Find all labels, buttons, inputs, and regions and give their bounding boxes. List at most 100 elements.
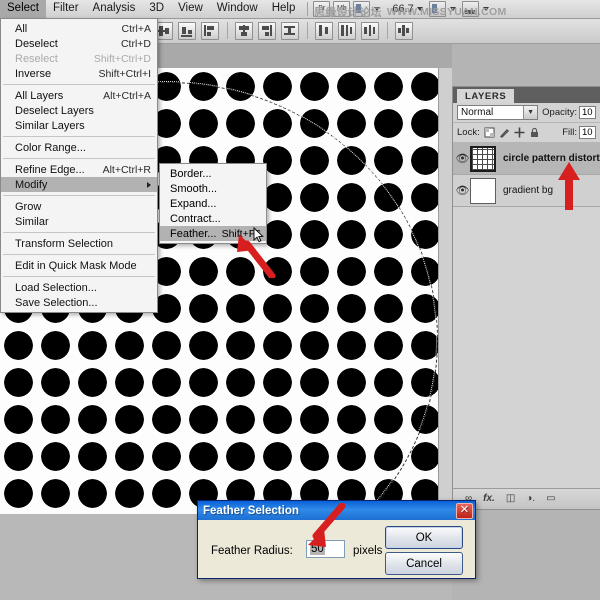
submenu-item-contract[interactable]: Contract... (160, 211, 266, 226)
feather-selection-dialog[interactable]: Feather Selection ✕ Feather Radius: 50 p… (197, 500, 476, 579)
align-left-edges-icon[interactable] (201, 21, 219, 40)
menu-item-deselect[interactable]: Deselect Ctrl+D (1, 36, 157, 51)
menu-item-reselect: Reselect Shift+Ctrl+D (1, 51, 157, 66)
close-icon[interactable]: ✕ (456, 502, 473, 519)
distribute-spacing-icon[interactable] (395, 21, 413, 40)
blend-mode-row[interactable]: Normal ▼ Opacity: 10 (453, 103, 600, 123)
distribute-left-icon[interactable] (361, 21, 379, 40)
fill-input[interactable]: 10 (579, 126, 596, 139)
submenu-item-border[interactable]: Border... (160, 166, 266, 181)
arrange-documents-icon[interactable] (353, 1, 371, 17)
menu-item-accel: Ctrl+A (121, 22, 151, 35)
menu-analysis[interactable]: Analysis (86, 0, 143, 18)
menu-item-all-layers[interactable]: All Layers Alt+Ctrl+A (1, 88, 157, 103)
cancel-button[interactable]: Cancel (385, 552, 463, 575)
zoom-level-value[interactable]: 66.7 (392, 3, 413, 15)
eye-icon[interactable]: 👁 (455, 152, 470, 165)
menu-item-label: All (15, 22, 28, 35)
distribute-vertical-center-icon[interactable] (315, 21, 333, 40)
submenu-item-label: Smooth... (170, 182, 218, 195)
menu-view[interactable]: View (171, 0, 210, 18)
bridge-icon[interactable]: Br (313, 1, 331, 17)
submenu-arrow-icon (147, 181, 151, 188)
new-group-icon[interactable]: ▭ (546, 494, 555, 504)
add-layer-mask-icon[interactable]: ◫ (506, 494, 515, 504)
select-menu-dropdown[interactable]: All Ctrl+A Deselect Ctrl+D Reselect Shift+C… (0, 18, 158, 313)
submenu-item-label: Feather... (170, 227, 217, 240)
feather-radius-input[interactable]: 50 (306, 540, 345, 558)
screen-mode-icon[interactable] (461, 1, 479, 17)
dialog-titlebar[interactable]: Feather Selection ✕ (198, 501, 475, 520)
align-bottom-edges-icon[interactable] (178, 21, 196, 40)
menu-item-label: Grow (15, 200, 42, 213)
menu-separator (3, 158, 155, 159)
lock-position-icon[interactable] (514, 127, 525, 138)
menu-item-accel: Shift+Ctrl+D (93, 52, 151, 65)
menu-item-label: Similar Layers (15, 119, 85, 132)
layer-row-gradient-bg[interactable]: 👁 gradient bg (453, 175, 600, 207)
distribute-top-icon[interactable] (281, 21, 299, 40)
chevron-down-icon[interactable] (449, 7, 456, 11)
ok-button[interactable]: OK (385, 526, 463, 549)
menu-item-refine-edge[interactable]: Refine Edge... Alt+Ctrl+R (1, 162, 157, 177)
chevron-down-icon[interactable] (482, 7, 489, 11)
align-horizontal-centers-icon[interactable] (235, 21, 253, 40)
submenu-item-expand[interactable]: Expand... (160, 196, 266, 211)
layer-row-circle-pattern-distort[interactable]: 👁 circle pattern distort (453, 143, 600, 175)
lock-row[interactable]: Lock: Fill: 10 (453, 123, 600, 143)
submenu-item-smooth[interactable]: Smooth... (160, 181, 266, 196)
eye-icon[interactable]: 👁 (455, 184, 470, 197)
menu-item-all[interactable]: All Ctrl+A (1, 21, 157, 36)
menu-item-load-selection[interactable]: Load Selection... (1, 280, 157, 295)
menu-bar[interactable]: Select Filter Analysis 3D View Window He… (0, 0, 600, 19)
feather-radius-value: 50 (310, 543, 325, 555)
opacity-label: Opacity: (542, 107, 577, 118)
menu-item-label: Transform Selection (15, 237, 114, 250)
layers-panel[interactable]: LAYERS Normal ▼ Opacity: 10 Lock: Fill: … (452, 86, 600, 510)
menu-item-transform-selection[interactable]: Transform Selection (1, 236, 157, 251)
menu-3d[interactable]: 3D (142, 0, 171, 18)
menu-item-color-range[interactable]: Color Range... (1, 140, 157, 155)
layer-name[interactable]: gradient bg (503, 185, 553, 196)
tab-layers[interactable]: LAYERS (457, 89, 515, 103)
menu-select[interactable]: Select (0, 0, 46, 18)
menu-item-modify[interactable]: Modify (1, 177, 157, 192)
options-separator (387, 22, 388, 39)
menu-help[interactable]: Help (265, 0, 303, 18)
workspace-switcher-icon[interactable] (428, 1, 446, 17)
submenu-item-feather[interactable]: Feather... Shift+F6 (160, 226, 266, 241)
menu-item-edit-quick-mask[interactable]: Edit in Quick Mask Mode (1, 258, 157, 273)
canvas-right-margin (438, 68, 452, 514)
menu-item-save-selection[interactable]: Save Selection... (1, 295, 157, 310)
layer-thumbnail[interactable] (470, 177, 496, 204)
distribute-bottom-icon[interactable] (338, 21, 356, 40)
new-adjustment-layer-icon[interactable]: ◑. (526, 494, 535, 504)
layers-panel-tabbar[interactable]: LAYERS (453, 87, 600, 103)
menu-item-deselect-layers[interactable]: Deselect Layers (1, 103, 157, 118)
blend-mode-select[interactable]: Normal ▼ (457, 105, 539, 120)
menu-item-inverse[interactable]: Inverse Shift+Ctrl+I (1, 66, 157, 81)
lock-all-icon[interactable] (529, 127, 540, 138)
layer-thumbnail[interactable] (470, 145, 496, 172)
lock-label: Lock: (457, 127, 480, 138)
mini-bridge-icon[interactable]: Mb (333, 1, 351, 17)
lock-image-pixels-icon[interactable] (499, 127, 510, 138)
menu-item-similar-layers[interactable]: Similar Layers (1, 118, 157, 133)
menu-filter[interactable]: Filter (46, 0, 86, 18)
lock-transparent-pixels-icon[interactable] (484, 127, 495, 138)
menu-item-label: Similar (15, 215, 49, 228)
add-layer-style-icon[interactable]: fx. (483, 494, 495, 504)
chevron-down-icon[interactable] (374, 7, 381, 11)
opacity-input[interactable]: 10 (579, 106, 596, 119)
menu-item-grow[interactable]: Grow (1, 199, 157, 214)
menu-item-label: Refine Edge... (15, 163, 85, 176)
submenu-item-label: Border... (170, 167, 212, 180)
fill-label: Fill: (562, 127, 577, 138)
align-right-edges-icon[interactable] (258, 21, 276, 40)
layer-name[interactable]: circle pattern distort (503, 153, 600, 164)
modify-submenu[interactable]: Border... Smooth... Expand... Contract..… (159, 163, 267, 244)
menu-item-similar[interactable]: Similar (1, 214, 157, 229)
chevron-down-icon[interactable]: ▼ (523, 106, 538, 119)
chevron-down-icon[interactable] (416, 7, 423, 11)
menu-window[interactable]: Window (210, 0, 265, 18)
